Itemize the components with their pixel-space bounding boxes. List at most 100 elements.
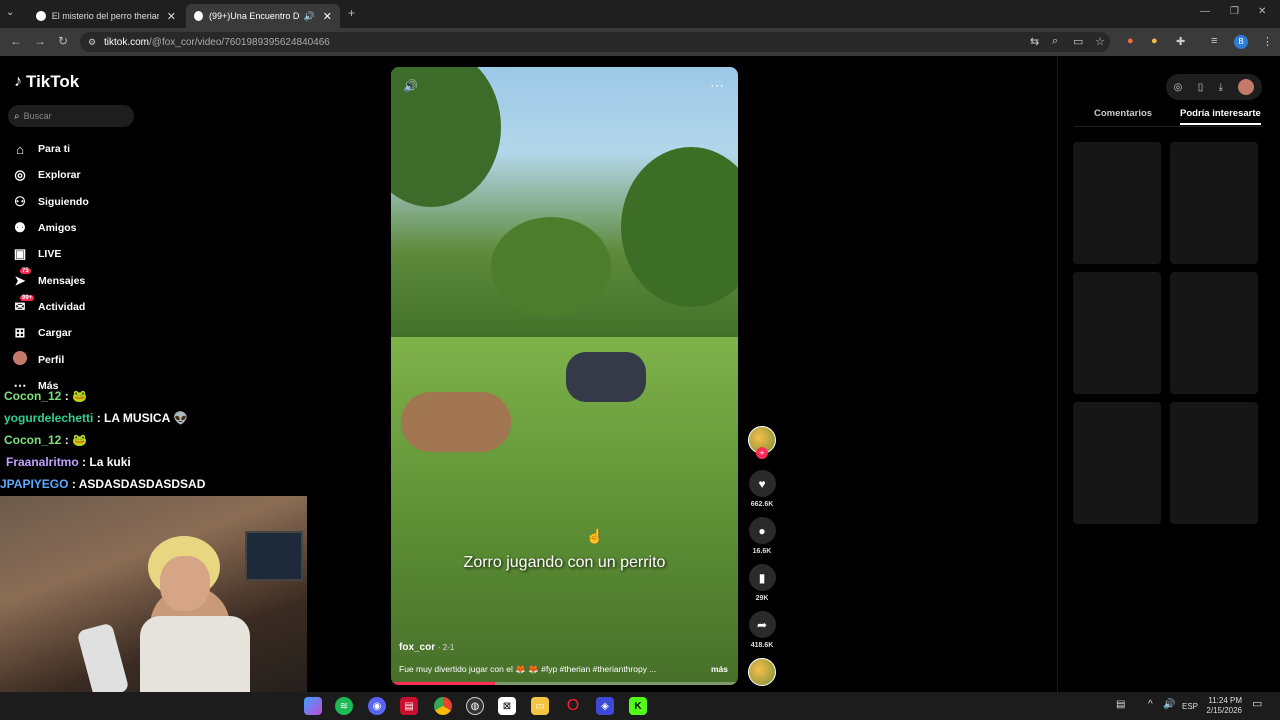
sidebar-item-actividad[interactable]: ✉ 99+ Actividad xyxy=(12,294,89,320)
sidebar-nav: ⌂ Para ti ◎ Explorar ⚇ Siguiendo ⚉ Amigos ▣ L… xyxy=(12,136,89,399)
clock[interactable]: 11:24 PM 2/15/2026 xyxy=(1200,696,1242,716)
share-icon: ➦ xyxy=(748,611,776,638)
activity-icon: ✉ xyxy=(14,298,26,314)
messages-badge: 75 xyxy=(20,268,31,275)
app-icon[interactable]: ◈ xyxy=(596,697,614,715)
opera-icon[interactable]: O xyxy=(564,697,582,715)
close-window-icon[interactable]: ✕ xyxy=(1258,6,1266,17)
extension-color-icon[interactable]: ● xyxy=(1151,35,1158,47)
sidebar-item-mensajes[interactable]: ➤ 75 Mensajes xyxy=(12,267,89,293)
upload-icon: ⊞ xyxy=(14,325,26,341)
more-link[interactable]: más xyxy=(711,664,728,674)
heart-icon: ♥ xyxy=(748,470,776,497)
sidebar-item-para-ti[interactable]: ⌂ Para ti xyxy=(12,136,89,162)
volume-icon[interactable]: 🔊 xyxy=(1163,700,1175,710)
sidebar-item-perfil[interactable]: Perfil xyxy=(12,346,89,372)
kick-icon[interactable]: K xyxy=(629,697,647,715)
reload-icon[interactable]: ↻ xyxy=(58,34,68,48)
address-bar-row: ← → ↻ ⚙ tiktok.com/@fox_cor/video/760198… xyxy=(0,28,1280,56)
close-tab-icon[interactable]: ✕ xyxy=(323,10,332,23)
sidebar-item-cargar[interactable]: ⊞ Cargar xyxy=(12,320,89,346)
back-icon[interactable]: ← xyxy=(10,34,22,48)
profile-avatar[interactable]: B xyxy=(1234,35,1248,49)
browser-menu-icon[interactable]: ⋮ xyxy=(1262,35,1273,48)
suggested-video-thumb[interactable] xyxy=(1073,272,1161,394)
notifications-icon[interactable]: ▭ xyxy=(1252,699,1262,710)
share-button[interactable]: ➦ 418.6K xyxy=(747,611,777,649)
profile-avatar[interactable] xyxy=(1238,79,1255,95)
new-tab-button[interactable]: + xyxy=(348,6,355,20)
tiktok-note-icon: ♪ xyxy=(14,73,22,90)
tab-comentarios[interactable]: Comentarios xyxy=(1094,108,1152,119)
stream-app-icon[interactable]: ▤ xyxy=(400,697,418,715)
search-icon: ⌕ xyxy=(14,110,20,122)
sidebar-item-siguiendo[interactable]: ⚇ Siguiendo xyxy=(12,189,89,215)
tab-encuentro[interactable]: (99+)Una Encuentro Diverti 🔊 ✕ xyxy=(186,4,340,28)
suggested-video-thumb[interactable] xyxy=(1170,402,1258,524)
tab-podria-interesarte[interactable]: Podría interesarte xyxy=(1180,108,1261,125)
site-info-icon[interactable]: ⚙ xyxy=(88,37,96,48)
video-author[interactable]: fox_cor · 2-1 xyxy=(399,642,454,653)
cast-icon[interactable]: ▭ xyxy=(1073,35,1083,48)
sidebar-item-explorar[interactable]: ◎ Explorar xyxy=(12,162,89,188)
url-field[interactable]: ⚙ tiktok.com/@fox_cor/video/760198939562… xyxy=(80,32,1110,52)
friends-icon: ⚉ xyxy=(14,220,26,236)
obs-icon[interactable]: ◍ xyxy=(466,697,484,715)
media-controls-icon[interactable]: ≡ xyxy=(1211,35,1217,47)
extension-fox-icon[interactable]: ● xyxy=(1127,35,1134,47)
tab-misterio[interactable]: El misterio del perro therian qu ✕ xyxy=(28,4,184,28)
explore-icon[interactable]: ◎ xyxy=(1174,82,1183,93)
suggested-video-thumb[interactable] xyxy=(1170,142,1258,264)
follow-plus-icon[interactable]: + xyxy=(756,447,768,459)
spotify-icon[interactable]: ≋ xyxy=(335,697,353,715)
tray-chevron-icon[interactable]: ^ xyxy=(1148,700,1153,710)
bookmark-star-icon[interactable]: ☆ xyxy=(1095,35,1105,48)
following-icon: ⚇ xyxy=(14,193,26,209)
tiktok-logo[interactable]: ♪ TikTok xyxy=(14,72,79,92)
restore-icon[interactable]: ❐ xyxy=(1230,6,1239,17)
suggested-video-thumb[interactable] xyxy=(1170,272,1258,394)
bookmark-icon: ▮ xyxy=(748,564,776,591)
person-figure xyxy=(566,352,646,402)
copilot-icon[interactable] xyxy=(304,697,322,715)
like-button[interactable]: ♥ 662.6K xyxy=(747,470,777,508)
discord-icon[interactable]: ◉ xyxy=(368,697,386,715)
comment-button[interactable]: ● 16.6K xyxy=(747,517,777,555)
extensions-puzzle-icon[interactable]: ✚ xyxy=(1176,35,1185,48)
close-tab-icon[interactable]: ✕ xyxy=(167,10,176,23)
save-button[interactable]: ▮ 29K xyxy=(747,564,777,602)
dog-figure xyxy=(401,392,511,452)
keyboard-icon[interactable]: ▤ xyxy=(1116,700,1125,710)
more-options-icon[interactable]: ⋯ xyxy=(710,77,724,94)
minimize-icon[interactable]: — xyxy=(1200,6,1210,17)
file-explorer-icon[interactable]: ▭ xyxy=(531,697,549,715)
browser-tab-bar: ⌄ El misterio del perro therian qu ✕ (99… xyxy=(0,0,1280,28)
volume-icon[interactable]: 🔊 xyxy=(403,79,418,93)
video-description: Fue muy divertido jugar con el 🦊 🦊 #fyp … xyxy=(399,664,657,674)
forward-icon[interactable]: → xyxy=(34,34,46,48)
sidebar-item-amigos[interactable]: ⚉ Amigos xyxy=(12,215,89,241)
device-icon[interactable]: ▯ xyxy=(1198,82,1204,93)
music-disc-button[interactable] xyxy=(747,658,777,686)
translate-icon[interactable]: ⇆ xyxy=(1030,35,1039,48)
chrome-icon[interactable] xyxy=(434,697,452,715)
capcut-icon[interactable]: ⊠ xyxy=(498,697,516,715)
download-icon[interactable]: ⤓ xyxy=(1219,82,1223,93)
home-icon: ⌂ xyxy=(16,141,24,157)
tab-search-icon[interactable]: ⌄ xyxy=(6,7,14,18)
chat-message: yogurdelechetti : LA MUSICA 👽 xyxy=(4,411,189,425)
author-avatar-button[interactable]: + xyxy=(747,426,777,459)
input-language[interactable]: ESP xyxy=(1182,702,1198,712)
emote-icon: 🐸 xyxy=(72,433,87,447)
video-player[interactable]: 🔊 ⋯ Zorro jugando con un perrito fox_cor… xyxy=(391,67,738,685)
zoom-icon[interactable]: ⌕ xyxy=(1052,35,1058,48)
tiktok-favicon-icon xyxy=(36,11,46,21)
suggested-video-thumb[interactable] xyxy=(1073,142,1161,264)
search-input[interactable]: ⌕ Buscar xyxy=(8,105,134,127)
sidebar-item-live[interactable]: ▣ LIVE xyxy=(12,241,89,267)
video-progress-bar[interactable] xyxy=(391,682,738,685)
speaker-icon[interactable]: 🔊 xyxy=(304,11,315,22)
suggested-video-thumb[interactable] xyxy=(1073,402,1161,524)
chat-message: Fraanalritmo : La kuki xyxy=(6,455,131,469)
messages-icon: ➤ xyxy=(14,272,26,288)
